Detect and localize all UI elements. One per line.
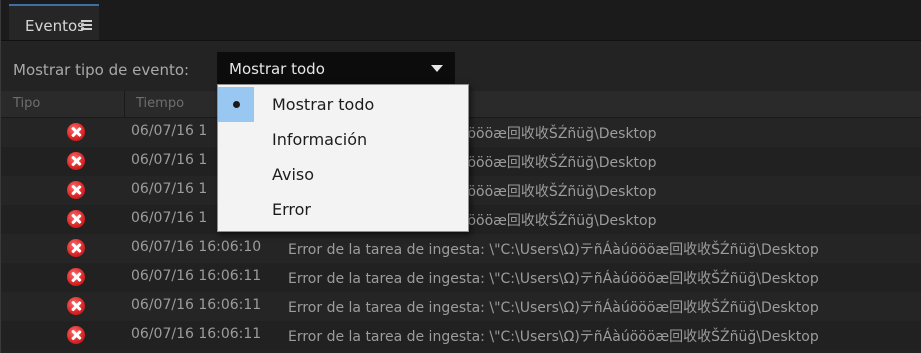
error-icon	[67, 181, 85, 199]
tab-eventos[interactable]: Eventos	[9, 4, 99, 40]
menu-item-label: Aviso	[272, 165, 315, 184]
event-time: 06/07/16 16:06:11	[131, 268, 262, 284]
table-row[interactable]: 06/07/16 16:06:11 Error de la tarea de in…	[1, 321, 921, 350]
filter-label: Mostrar tipo de evento:	[13, 61, 190, 79]
hamburger-menu-icon[interactable]	[81, 20, 92, 30]
events-panel: Eventos Mostrar tipo de evento: Mostrar …	[0, 0, 921, 353]
error-icon	[67, 210, 85, 228]
error-icon	[67, 297, 85, 315]
event-type-dropdown-menu: Mostrar todo Información Aviso Error	[217, 84, 469, 232]
table-row[interactable]: 06/07/16 16:06:10 Error de la tarea de in…	[1, 234, 921, 263]
column-divider[interactable]	[124, 91, 125, 117]
filter-row: Mostrar tipo de evento: Mostrar todo	[1, 52, 921, 84]
event-type-select-value: Mostrar todo	[229, 60, 325, 78]
selected-bullet-icon	[218, 87, 254, 122]
error-icon	[67, 239, 85, 257]
event-type-select[interactable]: Mostrar todo	[217, 52, 455, 84]
column-header-time[interactable]: Tiempo	[136, 96, 184, 111]
event-time: 06/07/16 16:06:11	[131, 326, 262, 342]
table-row[interactable]: 06/07/16 16:06:11 Error de la tarea de in…	[1, 292, 921, 321]
table-row[interactable]: 06/07/16 16:06:11 Error de la tarea de in…	[1, 263, 921, 292]
event-time: 06/07/16 1	[131, 181, 208, 197]
error-icon	[67, 123, 85, 141]
menu-item-label: Información	[272, 130, 368, 149]
error-icon	[67, 152, 85, 170]
event-time: 06/07/16 1	[131, 123, 208, 139]
menu-item-label: Error	[272, 200, 311, 219]
event-time: 06/07/16 1	[131, 152, 208, 168]
error-icon	[67, 268, 85, 286]
panel-tab-bar: Eventos	[1, 0, 921, 41]
menu-item-aviso[interactable]: Aviso	[218, 157, 468, 192]
menu-item-informaci-n[interactable]: Información	[218, 122, 468, 157]
menu-item-label: Mostrar todo	[272, 95, 375, 114]
dropdown-arrow-icon[interactable]	[431, 65, 443, 72]
column-header-type[interactable]: Tipo	[13, 96, 40, 111]
event-description: Error de la tarea de ingesta: \"C:\Users…	[288, 271, 819, 287]
error-icon	[67, 326, 85, 344]
event-time: 06/07/16 16:06:10	[131, 239, 262, 255]
tab-label: Eventos	[25, 17, 85, 35]
event-description: Error de la tarea de ingesta: \"C:\Users…	[288, 300, 819, 316]
event-description: Error de la tarea de ingesta: \"C:\Users…	[288, 329, 819, 345]
event-time: 06/07/16 16:06:11	[131, 297, 262, 313]
event-description: Error de la tarea de ingesta: \"C:\Users…	[288, 242, 819, 258]
menu-item-error[interactable]: Error	[218, 192, 468, 227]
menu-item-mostrar-todo[interactable]: Mostrar todo	[218, 87, 468, 122]
event-time: 06/07/16 1	[131, 210, 208, 226]
